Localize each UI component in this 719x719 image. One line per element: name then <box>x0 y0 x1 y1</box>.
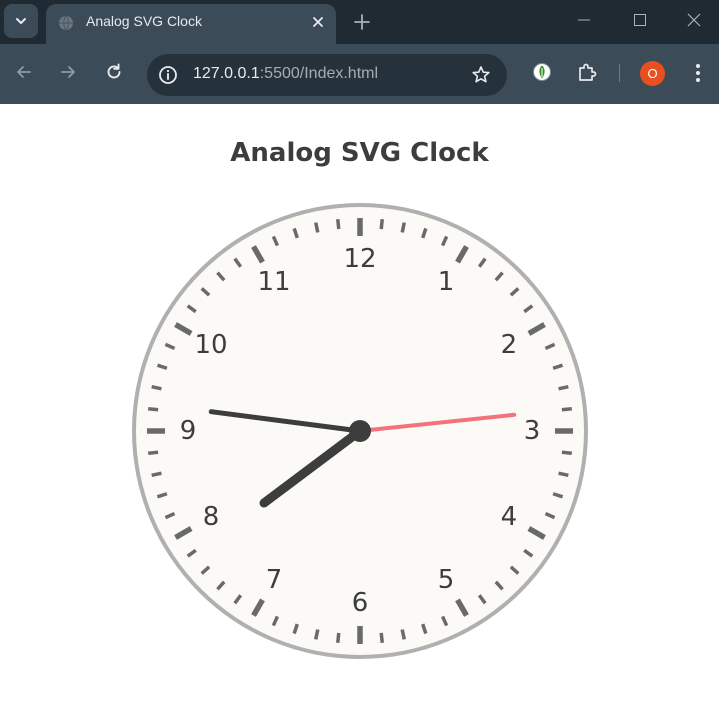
arrow-right-icon <box>61 66 75 78</box>
minor-tick <box>335 632 341 644</box>
minor-tick <box>151 471 162 477</box>
back-button[interactable] <box>10 58 38 86</box>
minor-tick <box>379 218 385 230</box>
url-path: :5500/Index.html <box>259 65 379 82</box>
avatar[interactable]: O <box>640 61 665 86</box>
page-content: Analog SVG Clock 12 1 2 3 4 5 6 7 8 9 10 11 <box>0 104 719 719</box>
tab-strip: Analog SVG Clock <box>0 0 719 44</box>
minor-tick <box>558 385 569 391</box>
clock-numeral: 4 <box>501 502 518 532</box>
chevron-down-icon <box>16 18 26 24</box>
maximize-button[interactable] <box>612 0 668 40</box>
minor-tick <box>147 406 159 412</box>
minimize-icon <box>578 19 590 21</box>
window-close-button[interactable] <box>668 0 719 40</box>
clock-numeral: 9 <box>180 416 197 446</box>
clock-numeral: 8 <box>203 502 220 532</box>
clock-numeral: 2 <box>501 330 518 360</box>
clock-numeral: 12 <box>343 244 376 274</box>
minimize-button[interactable] <box>556 0 612 40</box>
clock-numeral: 6 <box>352 588 369 618</box>
clock-numeral: 3 <box>524 416 541 446</box>
close-icon[interactable] <box>310 14 326 30</box>
forward-button[interactable] <box>54 58 82 86</box>
minor-tick <box>558 471 569 477</box>
minor-tick <box>314 629 320 640</box>
clock-numeral: 7 <box>266 565 283 595</box>
minor-tick <box>561 450 573 456</box>
star-icon[interactable] <box>471 65 491 85</box>
browser-toolbar: 127.0.0.1:5500/Index.html O <box>0 44 719 104</box>
plus-icon[interactable] <box>350 10 374 34</box>
arrow-left-icon <box>17 66 31 78</box>
clock-numeral: 1 <box>438 267 455 297</box>
reload-button[interactable] <box>100 58 128 86</box>
globe-icon <box>59 15 73 31</box>
tab-title: Analog SVG Clock <box>86 13 202 29</box>
clock-numeral: 5 <box>438 565 455 595</box>
center-cap <box>349 420 371 442</box>
url-text[interactable]: 127.0.0.1:5500/Index.html <box>193 65 378 83</box>
minor-tick <box>151 385 162 391</box>
minor-tick <box>314 222 320 233</box>
minor-tick <box>561 406 573 412</box>
puzzle-icon[interactable] <box>575 60 599 84</box>
active-tab[interactable]: Analog SVG Clock <box>46 4 336 44</box>
analog-clock: 121234567891011 <box>132 203 588 659</box>
tab-search-button[interactable] <box>4 4 38 38</box>
minor-tick <box>379 632 385 644</box>
kebab-menu-icon[interactable] <box>688 60 708 86</box>
page-title: Analog SVG Clock <box>230 138 489 168</box>
info-icon[interactable] <box>157 64 179 86</box>
minor-tick <box>147 450 159 456</box>
clock-numeral: 11 <box>257 267 290 297</box>
minor-tick <box>335 218 341 230</box>
leaf-shield-icon[interactable] <box>530 60 554 84</box>
clock-numeral: 10 <box>194 330 227 360</box>
maximize-icon <box>634 14 646 26</box>
toolbar-divider <box>619 64 620 82</box>
minor-tick <box>400 222 406 233</box>
url-host: 127.0.0.1 <box>193 65 260 82</box>
minor-tick <box>400 629 406 640</box>
close-icon <box>687 13 700 27</box>
address-bar[interactable]: 127.0.0.1:5500/Index.html <box>147 54 507 96</box>
reload-icon <box>107 63 121 79</box>
